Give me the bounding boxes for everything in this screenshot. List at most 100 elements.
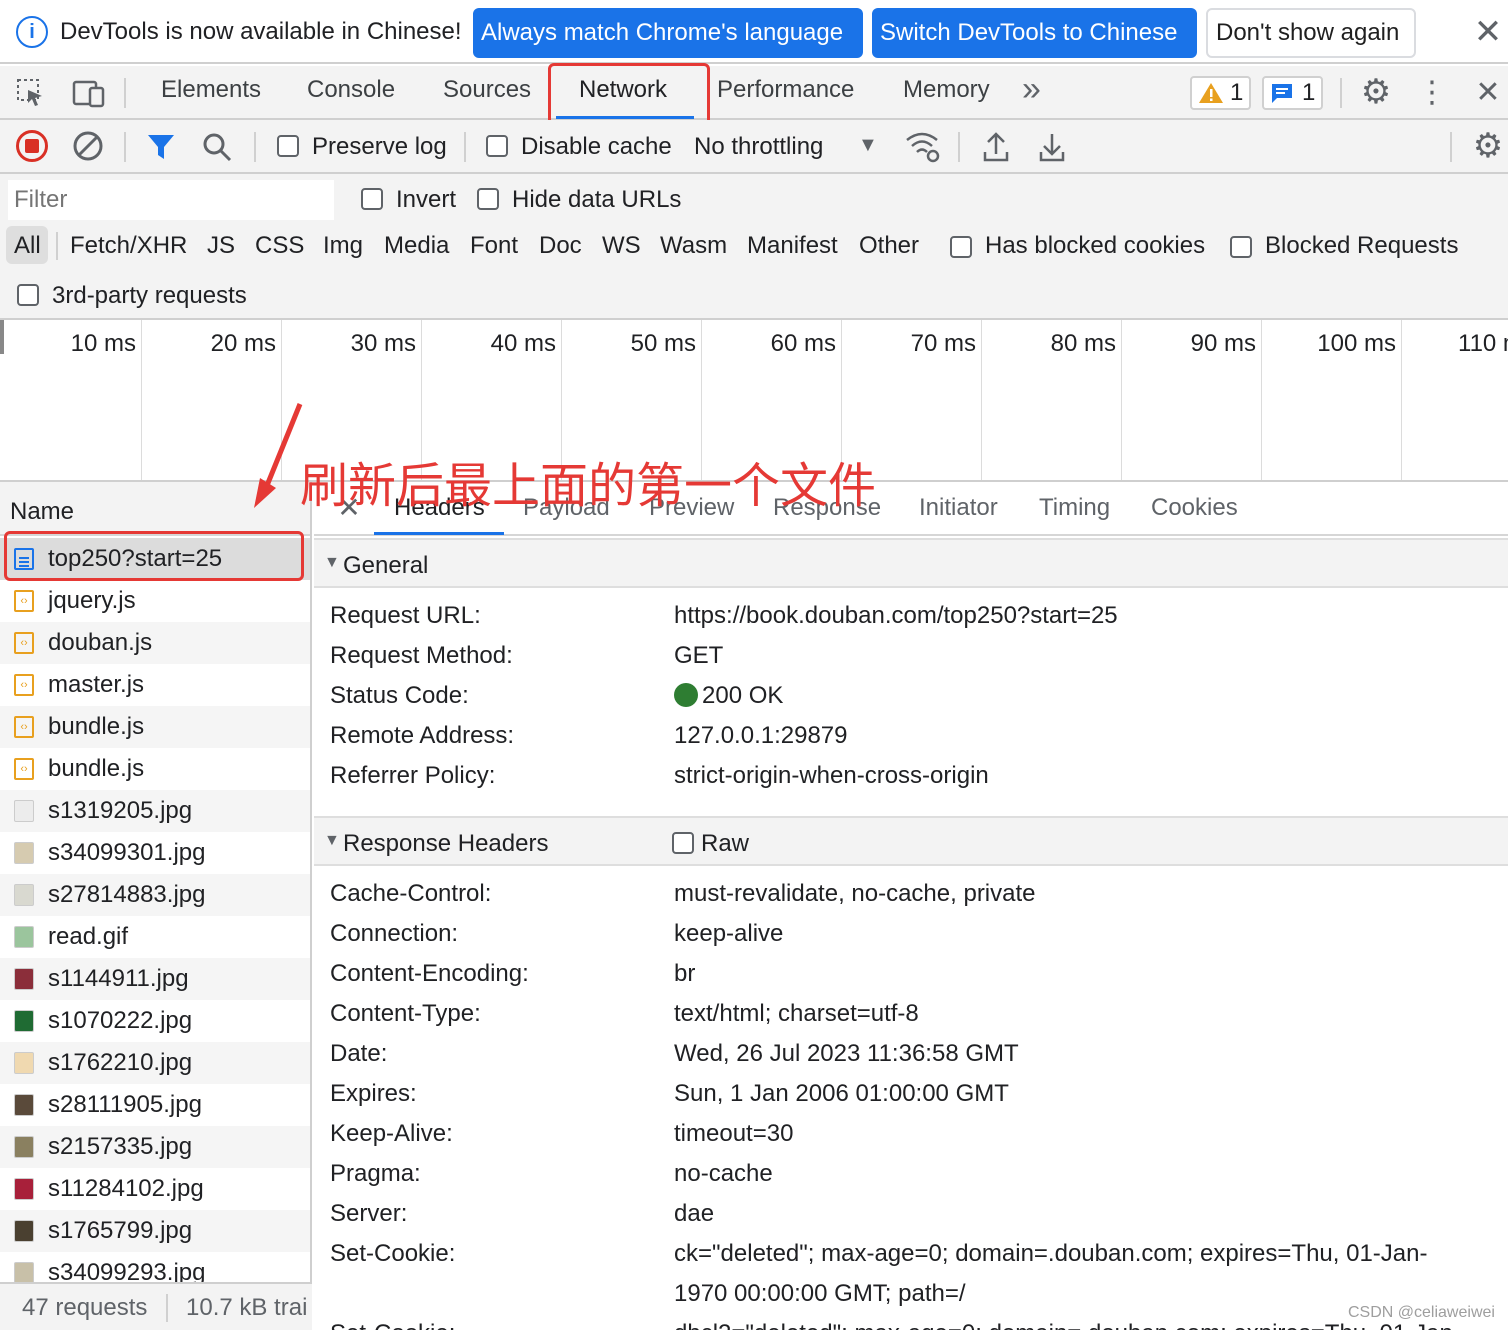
- dont-show-again-button[interactable]: Don't show again: [1206, 8, 1416, 58]
- request-row[interactable]: ‹› bundle.js: [0, 748, 310, 790]
- settings-gear-icon[interactable]: ⚙: [1358, 73, 1394, 111]
- request-row[interactable]: s2157335.jpg: [0, 1126, 310, 1168]
- request-row[interactable]: s1762210.jpg: [0, 1042, 310, 1084]
- tab-console[interactable]: Console: [307, 76, 395, 104]
- request-row[interactable]: ‹› douban.js: [0, 622, 310, 664]
- close-infobar-icon[interactable]: ✕: [1470, 13, 1506, 51]
- invert-checkbox[interactable]: [361, 188, 383, 210]
- messages-count: 1: [1302, 79, 1316, 106]
- throttling-select[interactable]: No throttling: [694, 133, 823, 161]
- collapse-triangle-icon: ▼: [324, 832, 340, 849]
- switch-to-chinese-button[interactable]: Switch DevTools to Chinese: [872, 8, 1197, 58]
- general-section-header[interactable]: ▼ General: [314, 538, 1508, 588]
- tab-cookies[interactable]: Cookies: [1151, 494, 1238, 522]
- general-header-value: 200 OK: [702, 682, 784, 709]
- image-thumbnail-icon: [14, 1094, 34, 1116]
- clear-log-icon[interactable]: [72, 130, 104, 162]
- third-party-label: 3rd-party requests: [52, 282, 247, 309]
- preserve-log-checkbox[interactable]: [277, 135, 299, 157]
- tab-performance[interactable]: Performance: [717, 76, 854, 104]
- request-row[interactable]: read.gif: [0, 916, 310, 958]
- blocked-requests-label: Blocked Requests: [1265, 232, 1459, 259]
- script-file-icon: ‹›: [14, 716, 34, 738]
- request-row[interactable]: s11284102.jpg: [0, 1168, 310, 1210]
- response-header-value: dbcl2="deleted"; max-age=0; domain=.doub…: [674, 1320, 1461, 1330]
- name-column-header[interactable]: Name: [10, 498, 74, 526]
- third-party-checkbox[interactable]: [17, 284, 39, 306]
- tab-timing[interactable]: Timing: [1039, 494, 1110, 522]
- first-request-highlight-box: [4, 531, 304, 581]
- filter-type-css[interactable]: CSS: [255, 232, 304, 260]
- raw-checkbox[interactable]: [672, 832, 694, 854]
- network-conditions-icon[interactable]: [904, 130, 942, 164]
- filter-funnel-icon[interactable]: [146, 132, 176, 162]
- request-row[interactable]: s28111905.jpg: [0, 1084, 310, 1126]
- tab-memory[interactable]: Memory: [903, 76, 990, 104]
- general-header-key: Status Code:: [330, 682, 469, 709]
- messages-badge[interactable]: 1: [1262, 76, 1324, 110]
- request-row[interactable]: s1765799.jpg: [0, 1210, 310, 1252]
- csdn-watermark: CSDN @celiaweiwei: [1348, 1304, 1495, 1321]
- tab-sources[interactable]: Sources: [443, 76, 531, 104]
- filter-type-fetch-xhr[interactable]: Fetch/XHR: [70, 232, 187, 260]
- tab-initiator[interactable]: Initiator: [919, 494, 998, 522]
- kebab-menu-icon[interactable]: ⋮: [1417, 74, 1447, 110]
- transferred-size: 10.7 kB trai: [186, 1294, 308, 1321]
- request-name: s11284102.jpg: [48, 1175, 204, 1202]
- hide-data-urls-label: Hide data URLs: [512, 186, 682, 213]
- request-row[interactable]: s1144911.jpg: [0, 958, 310, 1000]
- script-file-icon: ‹›: [14, 674, 34, 696]
- request-row[interactable]: s34099301.jpg: [0, 832, 310, 874]
- response-headers-section-header[interactable]: ▼ Response Headers Raw: [314, 816, 1508, 866]
- stop-recording-icon[interactable]: [16, 130, 48, 162]
- throttling-dropdown-icon[interactable]: ▼: [858, 134, 878, 157]
- filter-type-media[interactable]: Media: [384, 232, 449, 260]
- filter-type-wasm[interactable]: Wasm: [660, 232, 727, 260]
- more-tabs-chevron[interactable]: »: [1022, 70, 1041, 109]
- hide-data-urls-checkbox[interactable]: [477, 188, 499, 210]
- warning-icon: [1199, 83, 1223, 103]
- response-header-key: Set-Cookie:: [330, 1240, 456, 1267]
- filter-type-img[interactable]: Img: [323, 232, 363, 260]
- image-thumbnail-icon: [14, 926, 34, 948]
- timeline-tick: 40 ms: [490, 330, 556, 357]
- general-header-value: GET: [674, 642, 724, 669]
- filter-type-font[interactable]: Font: [470, 232, 518, 260]
- filter-type-doc[interactable]: Doc: [539, 232, 582, 260]
- filter-type-manifest[interactable]: Manifest: [747, 232, 838, 260]
- request-name: douban.js: [48, 629, 153, 656]
- has-blocked-cookies-label: Has blocked cookies: [985, 232, 1206, 259]
- request-name: bundle.js: [48, 755, 145, 782]
- image-thumbnail-icon: [14, 1052, 34, 1074]
- response-header-value: dae: [674, 1200, 715, 1227]
- always-match-language-button[interactable]: Always match Chrome's language: [473, 8, 863, 58]
- filter-type-js[interactable]: JS: [207, 232, 235, 260]
- has-blocked-cookies-checkbox[interactable]: [950, 236, 972, 258]
- filter-area: Invert Hide data URLs All Fetch/XHR JS C…: [0, 174, 1508, 320]
- inspect-element-icon[interactable]: [16, 78, 46, 108]
- response-header-value: timeout=30: [674, 1120, 794, 1147]
- request-row[interactable]: s1319205.jpg: [0, 790, 310, 832]
- disable-cache-checkbox[interactable]: [486, 135, 508, 157]
- close-devtools-icon[interactable]: ✕: [1470, 74, 1506, 110]
- request-row[interactable]: ‹› jquery.js: [0, 580, 310, 622]
- tab-elements[interactable]: Elements: [161, 76, 261, 104]
- filter-type-other[interactable]: Other: [859, 232, 919, 260]
- blocked-requests-checkbox[interactable]: [1230, 236, 1252, 258]
- network-settings-gear-icon[interactable]: ⚙: [1470, 127, 1506, 165]
- request-row[interactable]: ‹› master.js: [0, 664, 310, 706]
- search-icon[interactable]: [202, 132, 232, 162]
- response-header-key: Expires:: [330, 1080, 417, 1107]
- warnings-badge[interactable]: 1: [1190, 76, 1252, 110]
- import-har-icon[interactable]: [982, 130, 1010, 164]
- request-row[interactable]: s1070222.jpg: [0, 1000, 310, 1042]
- filter-type-ws[interactable]: WS: [602, 232, 641, 260]
- request-row[interactable]: ‹› bundle.js: [0, 706, 310, 748]
- export-har-icon[interactable]: [1038, 130, 1066, 164]
- request-row[interactable]: s27814883.jpg: [0, 874, 310, 916]
- device-toolbar-icon[interactable]: [72, 78, 106, 108]
- filter-input[interactable]: [8, 180, 334, 220]
- filter-type-all[interactable]: All: [14, 232, 41, 260]
- response-header-key: Pragma:: [330, 1160, 421, 1187]
- image-thumbnail-icon: [14, 1262, 34, 1284]
